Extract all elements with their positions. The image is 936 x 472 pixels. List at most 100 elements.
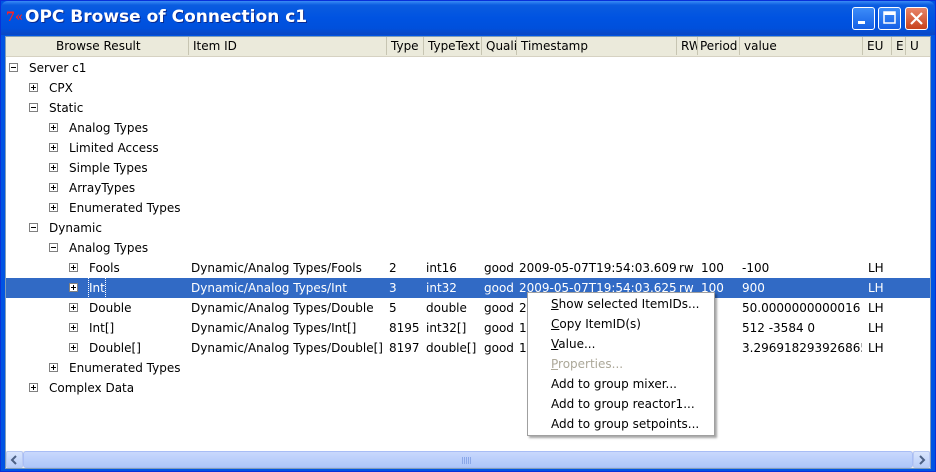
expand-icon[interactable] (29, 383, 38, 392)
expand-icon[interactable] (49, 163, 58, 172)
column-item-id[interactable]: Item ID (189, 37, 387, 55)
expand-icon[interactable] (49, 203, 58, 212)
tree-row[interactable]: Double Dynamic/Analog Types/Double 5 double… (6, 298, 930, 318)
close-button[interactable] (905, 7, 928, 30)
tree-row[interactable]: ArrayTypes (6, 178, 930, 198)
tree-view: Server c1 CPX Static Analog Types Limited Ac… (6, 56, 930, 451)
tree-node-label[interactable]: Dynamic (49, 218, 102, 238)
tree-node-label[interactable]: Simple Types (69, 158, 148, 178)
cell-type: 8195 (389, 321, 420, 335)
column-rw[interactable]: RW (677, 37, 698, 55)
tree-node-label[interactable]: Enumerated Types (69, 198, 181, 218)
horizontal-scrollbar[interactable] (6, 451, 930, 468)
tree-node-label[interactable]: Double[] (89, 338, 141, 358)
tree-node-label[interactable]: Fools (89, 258, 120, 278)
tree-row[interactable]: Enumerated Types (6, 358, 930, 378)
cell-item-id: Dynamic/Analog Types/Double (191, 301, 374, 315)
tree-row[interactable]: Int[] Dynamic/Analog Types/Int[] 8195 int32… (6, 318, 930, 338)
tree-row[interactable]: Fools Dynamic/Analog Types/Fools 2 int16 goo… (6, 258, 930, 278)
cell-quality: good (484, 321, 514, 335)
tree-row[interactable]: Enumerated Types (6, 198, 930, 218)
scroll-grip-icon (462, 457, 471, 464)
expand-icon[interactable] (49, 123, 58, 132)
scroll-thumb[interactable] (23, 451, 913, 468)
menu-item-copy-itemid-s[interactable]: Copy ItemID(s) (528, 314, 714, 334)
tree-row[interactable]: Int Dynamic/Analog Types/Int 3 int32 good 200… (6, 277, 930, 299)
tree-node-label[interactable]: Int (88, 277, 106, 299)
expand-icon[interactable] (69, 323, 78, 332)
expand-icon[interactable] (49, 143, 58, 152)
cell-type-text: int32 (426, 281, 457, 295)
minimize-button[interactable] (852, 7, 875, 30)
menu-item-show-selected-itemids[interactable]: Show selected ItemIDs... (528, 294, 714, 314)
menu-item-add-to-group-mixer[interactable]: Add to group mixer... (528, 374, 714, 394)
expand-icon[interactable] (49, 363, 58, 372)
tree-row[interactable]: Static (6, 98, 930, 118)
menu-item-value[interactable]: Value... (528, 334, 714, 354)
column-type[interactable]: Type (387, 37, 424, 55)
cell-item-id: Dynamic/Analog Types/Double[] (191, 341, 383, 355)
column-header: Browse Result Item ID Type TypeText Qual… (6, 37, 930, 57)
cell-type: 5 (389, 301, 397, 315)
cell-quality: good (484, 341, 514, 355)
tree-row[interactable]: Simple Types (6, 158, 930, 178)
cell-type-text: int16 (426, 261, 457, 275)
collapse-icon[interactable] (29, 223, 38, 232)
tree-row[interactable]: Double[] Dynamic/Analog Types/Double[] 819… (6, 338, 930, 358)
tree-row[interactable]: Server c1 (6, 58, 930, 78)
maximize-button[interactable] (878, 7, 901, 30)
tree-node-label[interactable]: Double (89, 298, 132, 318)
column-quality[interactable]: Quali (482, 37, 517, 55)
scroll-right-button[interactable] (913, 451, 930, 468)
tree-node-label[interactable]: Int[] (89, 318, 114, 338)
close-icon (910, 12, 923, 25)
app-icon: 7« (6, 10, 24, 25)
menu-item-properties: Properties... (551, 357, 624, 371)
tree-row[interactable]: CPX (6, 78, 930, 98)
expand-icon[interactable] (69, 303, 78, 312)
cell-rw: rw (679, 261, 694, 275)
column-timestamp[interactable]: Timestamp (517, 37, 677, 55)
tree-node-label[interactable]: Static (49, 98, 83, 118)
collapse-icon[interactable] (49, 243, 58, 252)
tree-node-label[interactable]: ArrayTypes (69, 178, 135, 198)
column-e[interactable]: E (892, 37, 906, 55)
tree-node-label[interactable]: Server c1 (29, 58, 86, 78)
title-bar[interactable]: 7« OPC Browse of Connection c1 (1, 1, 935, 35)
cell-timestamp: 2009-05-07T19:54:03.609 (519, 261, 677, 275)
scroll-left-button[interactable] (6, 451, 23, 468)
tree-node-label[interactable]: Limited Access (69, 138, 159, 158)
column-browse-result[interactable]: Browse Result (6, 37, 189, 55)
tree-node-label[interactable]: Complex Data (49, 378, 134, 398)
column-typetext[interactable]: TypeText (424, 37, 482, 55)
minimize-icon (858, 21, 865, 24)
menu-item-add-to-group-reactor1[interactable]: Add to group reactor1... (528, 394, 714, 414)
tree-row[interactable]: Limited Access (6, 138, 930, 158)
column-value[interactable]: value (740, 37, 863, 55)
menu-item-add-to-group-setpoints[interactable]: Add to group setpoints... (528, 414, 714, 434)
scroll-left-icon (10, 455, 17, 465)
tree-node-label[interactable]: Enumerated Types (69, 358, 181, 378)
expand-icon[interactable] (49, 183, 58, 192)
expand-icon[interactable] (69, 263, 78, 272)
expand-icon[interactable] (69, 283, 78, 292)
tree-row[interactable]: Analog Types (6, 118, 930, 138)
cell-eu: LH (868, 341, 884, 355)
column-period[interactable]: Period (698, 37, 740, 55)
expand-icon[interactable] (69, 343, 78, 352)
window-title: OPC Browse of Connection c1 (25, 7, 308, 27)
column-eu[interactable]: EU (863, 37, 892, 55)
tree-row[interactable]: Complex Data (6, 378, 930, 398)
cell-value: 512 -3584 0 (742, 321, 816, 335)
expand-icon[interactable] (29, 83, 38, 92)
cell-item-id: Dynamic/Analog Types/Fools (191, 261, 362, 275)
tree-node-label[interactable]: CPX (49, 78, 73, 98)
tree-node-label[interactable]: Analog Types (69, 118, 148, 138)
column-u[interactable]: U (906, 37, 930, 55)
tree-node-label[interactable]: Analog Types (69, 238, 148, 258)
collapse-icon[interactable] (9, 63, 18, 72)
collapse-icon[interactable] (29, 103, 38, 112)
tree-row[interactable]: Analog Types (6, 238, 930, 258)
maximize-icon (883, 11, 896, 24)
tree-row[interactable]: Dynamic (6, 218, 930, 238)
